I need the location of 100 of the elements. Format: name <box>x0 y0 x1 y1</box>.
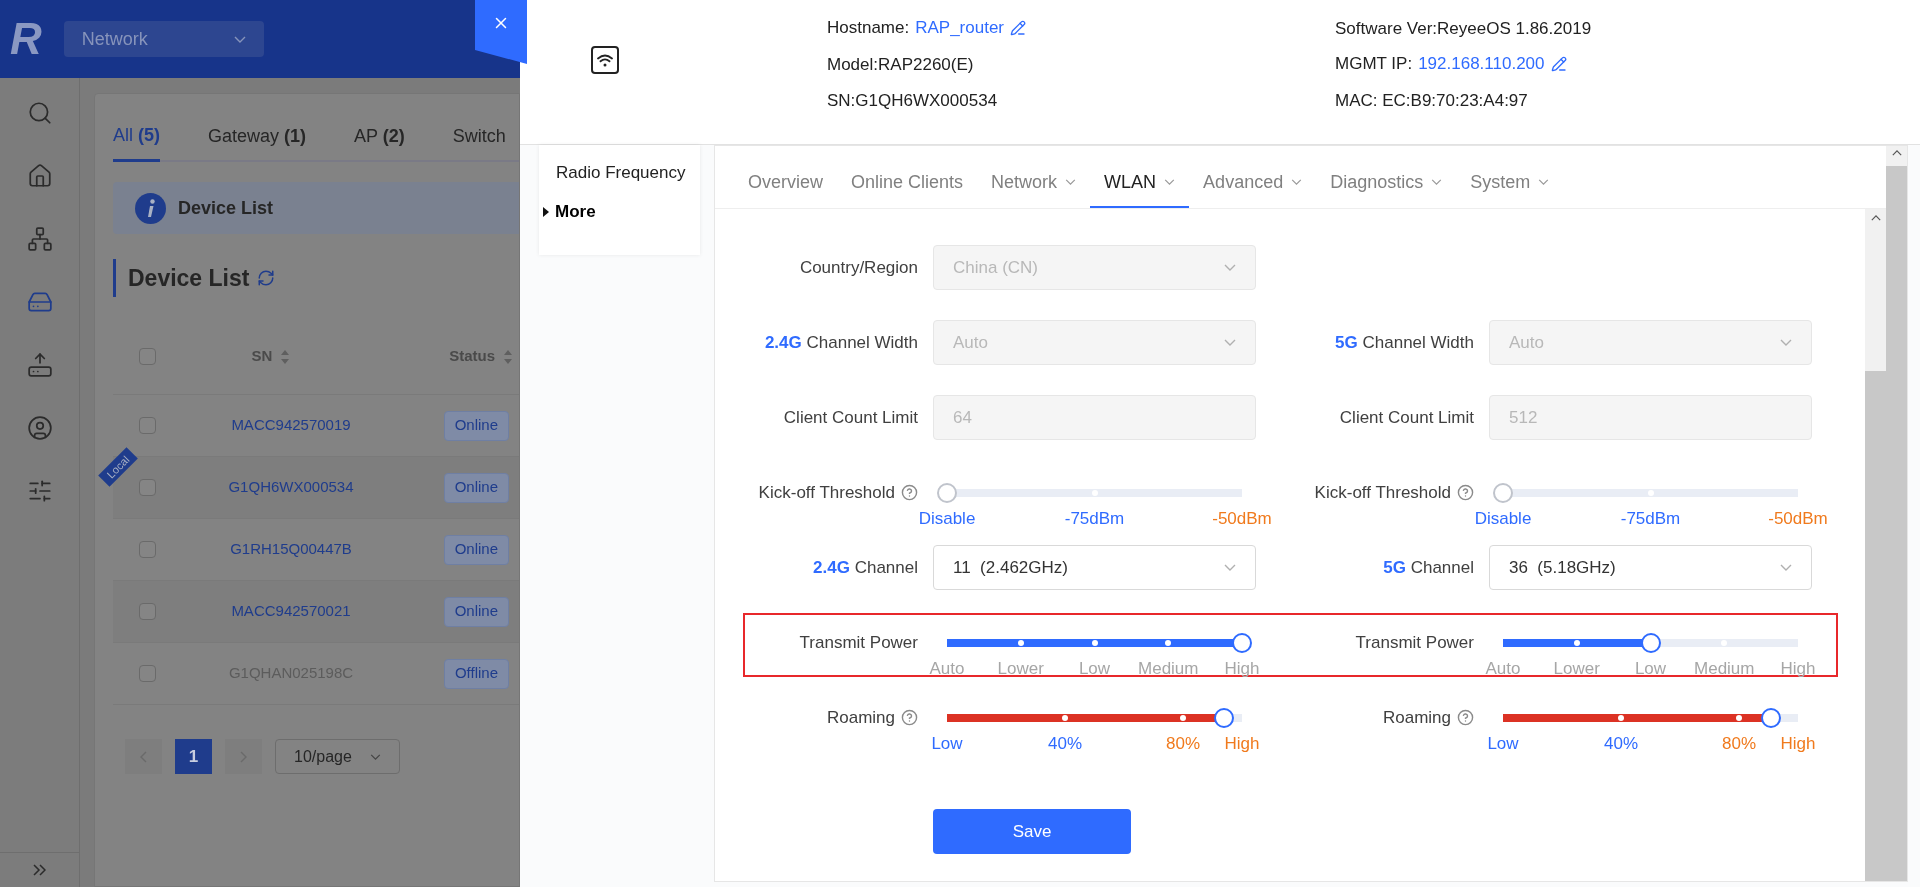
help-icon[interactable] <box>1457 709 1474 726</box>
slider-tick-label: Low <box>1487 732 1519 755</box>
slider-thumb[interactable] <box>1232 632 1252 653</box>
field-label: 2.4G Channel Width <box>764 331 918 354</box>
nav-tab[interactable]: Online Clients <box>837 158 978 208</box>
mgmt-ip-value[interactable]: 192.168.110.200 <box>1418 51 1545 77</box>
edit-icon[interactable] <box>1010 20 1027 36</box>
status-tag: Online <box>443 410 509 441</box>
scrollbar-thumb[interactable] <box>1865 371 1886 881</box>
checkbox[interactable] <box>138 665 156 682</box>
status-tag: Offline <box>443 658 509 689</box>
home-icon[interactable] <box>26 163 53 189</box>
chevron-icon <box>1291 179 1303 185</box>
chevron-icon <box>1780 564 1792 571</box>
sn-link[interactable]: MACC942570019 <box>231 414 351 437</box>
slider-tick-label: Lower <box>1553 657 1600 680</box>
search-icon[interactable] <box>26 100 53 126</box>
chevron-icon <box>370 753 381 760</box>
device-icon[interactable] <box>26 289 53 315</box>
slider-tick-label: 40% <box>1604 732 1638 755</box>
close-button[interactable] <box>475 0 527 64</box>
field-label: Transmit Power <box>799 631 918 654</box>
logo: R <box>10 17 42 61</box>
chevron-icon <box>1224 339 1236 346</box>
nav-tab[interactable]: Diagnostics <box>1316 158 1457 208</box>
nav-tab[interactable]: WLAN <box>1090 158 1190 208</box>
slider-tick-label: -75dBm <box>1064 507 1125 530</box>
field-label: Country/Region <box>799 256 918 279</box>
chevron-icon <box>1538 179 1550 185</box>
sn-link[interactable]: G1RH15Q00447B <box>230 538 352 561</box>
slider-thumb[interactable] <box>937 482 957 503</box>
sort-icon[interactable] <box>280 348 291 365</box>
edit-icon[interactable] <box>1550 56 1567 72</box>
sn-link[interactable]: G1QH6WX000534 <box>228 476 354 499</box>
page-size-select[interactable]: 10/page <box>275 739 400 774</box>
scrollbar[interactable] <box>1865 209 1886 881</box>
sort-icon[interactable] <box>503 348 513 365</box>
device-tab[interactable]: AP (2) <box>354 122 405 160</box>
nav-tab[interactable]: Overview <box>734 158 837 208</box>
checkbox[interactable] <box>138 417 156 434</box>
sliders-icon[interactable] <box>26 478 53 504</box>
slider-tick-label: Low <box>931 732 963 755</box>
device-tab[interactable]: Switch <box>452 122 506 160</box>
help-icon[interactable] <box>1457 484 1474 501</box>
field-label: 5G Channel Width <box>1335 331 1474 354</box>
hostname-value[interactable]: RAP_router <box>915 15 1005 41</box>
column-header: SN <box>251 346 273 367</box>
slider-tick-label: -50dBm <box>1212 507 1272 530</box>
slider-tick-label: Auto <box>929 657 965 680</box>
checkbox[interactable] <box>138 541 156 558</box>
slider-tick-label: Low <box>1634 657 1667 680</box>
sn-link[interactable]: MACC942570021 <box>231 600 351 623</box>
slider-tick-label: Auto <box>1485 657 1521 680</box>
slider[interactable]: Low 40% 80% High <box>1471 707 1830 756</box>
slider-tick-label: 40% <box>1048 732 1082 755</box>
nav-dropdown[interactable]: Network <box>63 21 264 57</box>
field-label: Kick-off Threshold <box>1314 481 1451 504</box>
field-label: Client Count Limit <box>1339 406 1474 429</box>
slider-thumb[interactable] <box>1493 482 1513 503</box>
slider[interactable]: Disable -75dBm -50dBm <box>915 482 1274 531</box>
checkbox[interactable] <box>138 603 156 620</box>
select-field[interactable]: 36 (5.18GHz) <box>1489 545 1812 590</box>
nav-tab[interactable]: System <box>1456 158 1564 208</box>
slider-thumb[interactable] <box>1214 707 1235 728</box>
nav-tab[interactable]: Advanced <box>1189 158 1317 208</box>
slider-thumb[interactable] <box>1761 707 1782 728</box>
help-icon[interactable] <box>901 484 918 501</box>
page-button[interactable]: 1 <box>175 739 212 774</box>
slider-tick-label: High <box>1224 657 1260 680</box>
info-icon <box>135 192 166 224</box>
slider[interactable]: Low 40% 80% High <box>915 707 1274 756</box>
checkbox[interactable] <box>138 348 156 365</box>
chevron-icon <box>1431 179 1443 185</box>
refresh-icon[interactable] <box>257 269 276 287</box>
device-tab[interactable]: Gateway (1) <box>208 122 307 160</box>
slider[interactable]: Disable -75dBm -50dBm <box>1471 482 1830 531</box>
slider-tick-label: -75dBm <box>1620 507 1681 530</box>
upload-device-icon[interactable] <box>26 352 53 378</box>
field-label: Transmit Power <box>1355 631 1474 654</box>
mgmt-ip-label: MGMT IP: <box>1335 53 1413 76</box>
help-icon[interactable] <box>901 709 918 726</box>
user-icon[interactable] <box>26 415 53 441</box>
network-icon[interactable] <box>26 226 53 252</box>
scroll-up-icon <box>1891 150 1902 156</box>
select-field[interactable]: 11 (2.462GHz) <box>933 545 1256 590</box>
device-tab[interactable]: All (5) <box>113 122 161 162</box>
chevron-icon <box>1065 179 1077 185</box>
chevron-icon <box>233 35 246 43</box>
slider-thumb[interactable] <box>1640 632 1661 653</box>
field-label: 5G Channel <box>1383 556 1474 579</box>
checkbox[interactable] <box>138 479 156 496</box>
table-row[interactable]: MACC942570021 Online <box>113 581 519 643</box>
chevron-icon <box>1164 179 1176 185</box>
nav-tab[interactable]: Network <box>977 158 1091 208</box>
more-toggle[interactable]: More <box>539 189 700 235</box>
expand-icon <box>33 864 46 876</box>
side-menu-link[interactable]: Radio Frequency <box>539 157 700 189</box>
slider-tick-label: Disable <box>1474 507 1532 530</box>
save-button[interactable]: Save <box>933 809 1131 854</box>
chevron-icon <box>1224 264 1236 271</box>
